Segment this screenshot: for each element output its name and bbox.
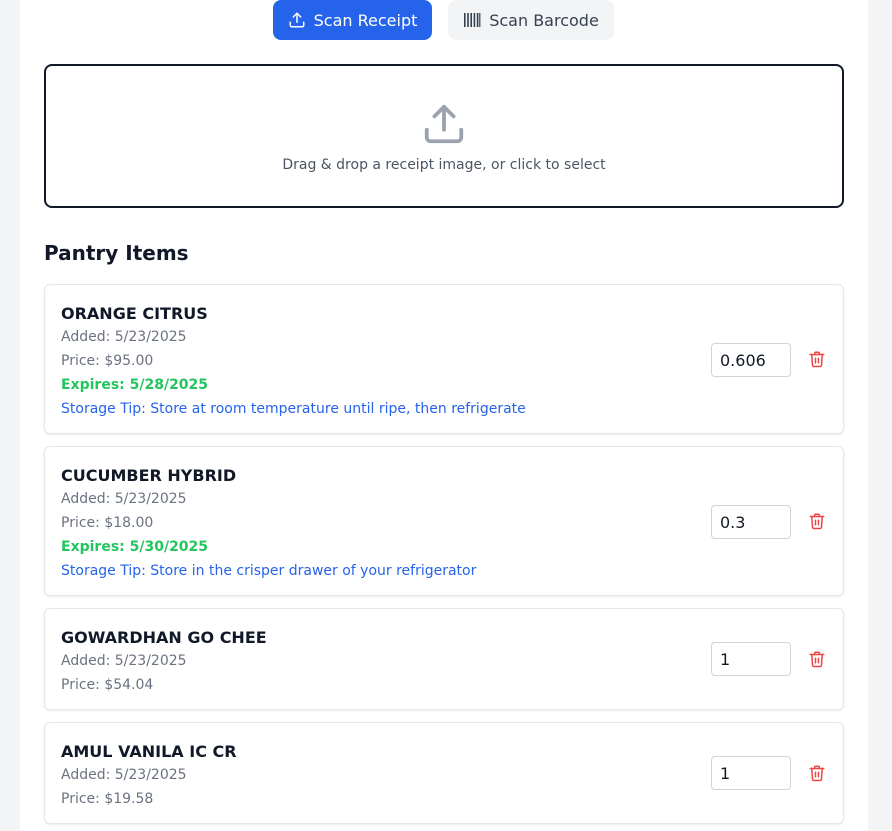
- item-price: Price: $19.58: [61, 791, 154, 807]
- pantry-item-card: ORANGE CITRUS Added: 5/23/2025 Price: $9…: [44, 284, 844, 434]
- quantity-input[interactable]: [711, 505, 791, 539]
- delete-item-button[interactable]: [807, 348, 827, 370]
- item-price: Price: $95.00: [61, 353, 154, 369]
- item-name: CUCUMBER HYBRID: [61, 466, 237, 485]
- delete-item-button[interactable]: [807, 762, 827, 784]
- upload-icon: [424, 104, 464, 144]
- item-expiry: Expires: 5/28/2025: [61, 377, 209, 393]
- pantry-item-card: CUCUMBER HYBRID Added: 5/23/2025 Price: …: [44, 446, 844, 596]
- barcode-icon: [464, 13, 481, 27]
- item-added-date: Added: 5/23/2025: [61, 653, 187, 669]
- item-added-date: Added: 5/23/2025: [61, 329, 187, 345]
- scan-barcode-label: Scan Barcode: [489, 10, 599, 30]
- quantity-input[interactable]: [711, 756, 791, 790]
- pantry-item-card: AMUL VANILA IC CR Added: 5/23/2025 Price…: [44, 722, 844, 824]
- scan-mode-tabs: Scan Receipt Scan Barcode: [20, 0, 868, 40]
- item-name: AMUL VANILA IC CR: [61, 742, 237, 761]
- scan-receipt-button[interactable]: Scan Receipt: [273, 0, 432, 40]
- item-info: GOWARDHAN GO CHEE Added: 5/23/2025 Price…: [61, 627, 267, 697]
- quantity-input[interactable]: [711, 642, 791, 676]
- item-added-date: Added: 5/23/2025: [61, 767, 187, 783]
- upload-icon: [289, 12, 305, 28]
- dropzone-text: Drag & drop a receipt image, or click to…: [282, 157, 606, 173]
- item-storage-tip: Storage Tip: Store at room temperature u…: [61, 401, 526, 417]
- section-title: Pantry Items: [44, 241, 189, 265]
- trash-icon: [809, 351, 825, 368]
- trash-icon: [809, 651, 825, 668]
- pantry-item-card: GOWARDHAN GO CHEE Added: 5/23/2025 Price…: [44, 608, 844, 710]
- delete-item-button[interactable]: [807, 510, 827, 532]
- item-name: ORANGE CITRUS: [61, 304, 208, 323]
- item-price: Price: $18.00: [61, 515, 154, 531]
- item-storage-tip: Storage Tip: Store in the crisper drawer…: [61, 563, 477, 579]
- item-added-date: Added: 5/23/2025: [61, 491, 187, 507]
- scan-receipt-label: Scan Receipt: [313, 10, 418, 30]
- page: Scan Receipt Scan Barcode Drag & drop a …: [20, 0, 868, 831]
- quantity-input[interactable]: [711, 343, 791, 377]
- scan-barcode-button[interactable]: Scan Barcode: [448, 0, 614, 40]
- trash-icon: [809, 765, 825, 782]
- receipt-dropzone[interactable]: Drag & drop a receipt image, or click to…: [44, 64, 844, 208]
- item-name: GOWARDHAN GO CHEE: [61, 628, 267, 647]
- item-expiry: Expires: 5/30/2025: [61, 539, 209, 555]
- delete-item-button[interactable]: [807, 648, 827, 670]
- item-info: CUCUMBER HYBRID Added: 5/23/2025 Price: …: [61, 465, 476, 583]
- trash-icon: [809, 513, 825, 530]
- item-info: AMUL VANILA IC CR Added: 5/23/2025 Price…: [61, 741, 237, 811]
- item-price: Price: $54.04: [61, 677, 154, 693]
- item-info: ORANGE CITRUS Added: 5/23/2025 Price: $9…: [61, 303, 526, 421]
